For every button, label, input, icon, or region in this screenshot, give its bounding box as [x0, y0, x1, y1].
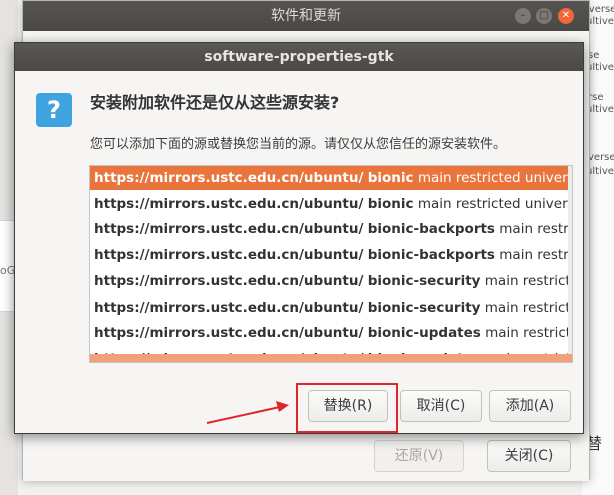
source-row[interactable]: https://mirrors.ustc.edu.cn/ubuntu/ bion…	[90, 321, 572, 345]
source-suite: bionic-backports	[367, 221, 495, 237]
background-text-fragment: ultiverse	[586, 104, 614, 115]
source-suite: bionic-backports	[367, 247, 495, 263]
source-suite: bionic	[367, 170, 414, 186]
source-row[interactable]: https://mirrors.ustc.edu.cn/ubuntu/ bion…	[90, 243, 572, 267]
source-suite: bionic-security	[367, 273, 481, 289]
source-list[interactable]: https://mirrors.ustc.edu.cn/ubuntu/ bion…	[89, 165, 573, 363]
dialog-titlebar[interactable]: software-properties-gtk	[15, 43, 583, 71]
source-components: main restricted universe multiverse	[485, 325, 572, 341]
source-url: https://mirrors.ustc.edu.cn/ubuntu/	[94, 300, 364, 316]
source-url: https://mirrors.ustc.edu.cn/ubuntu/	[94, 196, 364, 212]
source-row[interactable]: https://mirrors.ustc.edu.cn/ubuntu/ bion…	[90, 217, 572, 241]
minimize-icon[interactable]: –	[515, 8, 531, 24]
source-suite: bionic-updates	[367, 325, 481, 341]
source-suite: bionic	[367, 196, 414, 212]
annotation-highlight-box	[296, 383, 398, 433]
dialog-heading: 安装附加软件还是仅从这些源安装?	[90, 93, 340, 112]
background-text-fragment: rse	[588, 92, 604, 103]
source-url: https://mirrors.ustc.edu.cn/ubuntu/	[94, 247, 364, 263]
background-text-fragment: iverse	[586, 4, 614, 15]
source-url: https://mirrors.ustc.edu.cn/ubuntu/	[94, 325, 364, 341]
maximize-icon[interactable]: □	[536, 8, 552, 24]
source-url: https://mirrors.ustc.edu.cn/ubuntu/	[94, 170, 364, 186]
background-text-fragment: ultiverse	[586, 16, 614, 27]
source-row[interactable]: https://mirrors.ustc.edu.cn/ubuntu/ bion…	[90, 192, 572, 216]
source-components: main restricted universe multiverse	[484, 273, 572, 289]
add-button[interactable]: 添加(A)	[489, 390, 571, 422]
list-bottom-highlight	[90, 354, 572, 362]
background-text-fragment: verse	[588, 152, 614, 163]
background-text-fragment: ultiverse	[586, 62, 614, 73]
source-components: main restricted universe multiverse	[499, 247, 572, 263]
source-suite: bionic-security	[367, 300, 481, 316]
source-url: https://mirrors.ustc.edu.cn/ubuntu/	[94, 221, 364, 237]
source-row[interactable]: https://mirrors.ustc.edu.cn/ubuntu/ bion…	[90, 296, 572, 320]
source-row[interactable]: https://mirrors.ustc.edu.cn/ubuntu/ bion…	[90, 269, 572, 293]
background-text-fragment: ultiver	[586, 166, 614, 177]
source-row[interactable]: https://mirrors.ustc.edu.cn/ubuntu/ bion…	[90, 166, 572, 190]
cancel-button[interactable]: 取消(C)	[400, 390, 482, 422]
dialog-description: 您可以添加下面的源或替换您当前的源。请仅仅从您信任的源安装软件。	[90, 137, 507, 152]
source-components: main restricted universe multiverse	[417, 170, 572, 186]
window-title: 软件和更新	[271, 8, 341, 24]
close-button[interactable]: 关闭(C)	[487, 440, 571, 472]
window-titlebar[interactable]: 软件和更新 – □ ✕	[23, 1, 589, 31]
source-components: main restricted universe multiverse	[417, 196, 572, 212]
close-icon[interactable]: ✕	[558, 8, 574, 24]
list-scrollbar[interactable]	[568, 166, 572, 362]
revert-button[interactable]: 还原(V)	[374, 440, 464, 472]
background-text-fragment: oG	[0, 264, 16, 277]
question-icon: ?	[36, 93, 72, 127]
source-url: https://mirrors.ustc.edu.cn/ubuntu/	[94, 273, 364, 289]
source-components: main restricted universe multiverse	[484, 300, 572, 316]
source-components: main restricted universe multiverse	[499, 221, 572, 237]
add-sources-dialog: software-properties-gtk ? 安装附加软件还是仅从这些源安…	[14, 42, 584, 434]
